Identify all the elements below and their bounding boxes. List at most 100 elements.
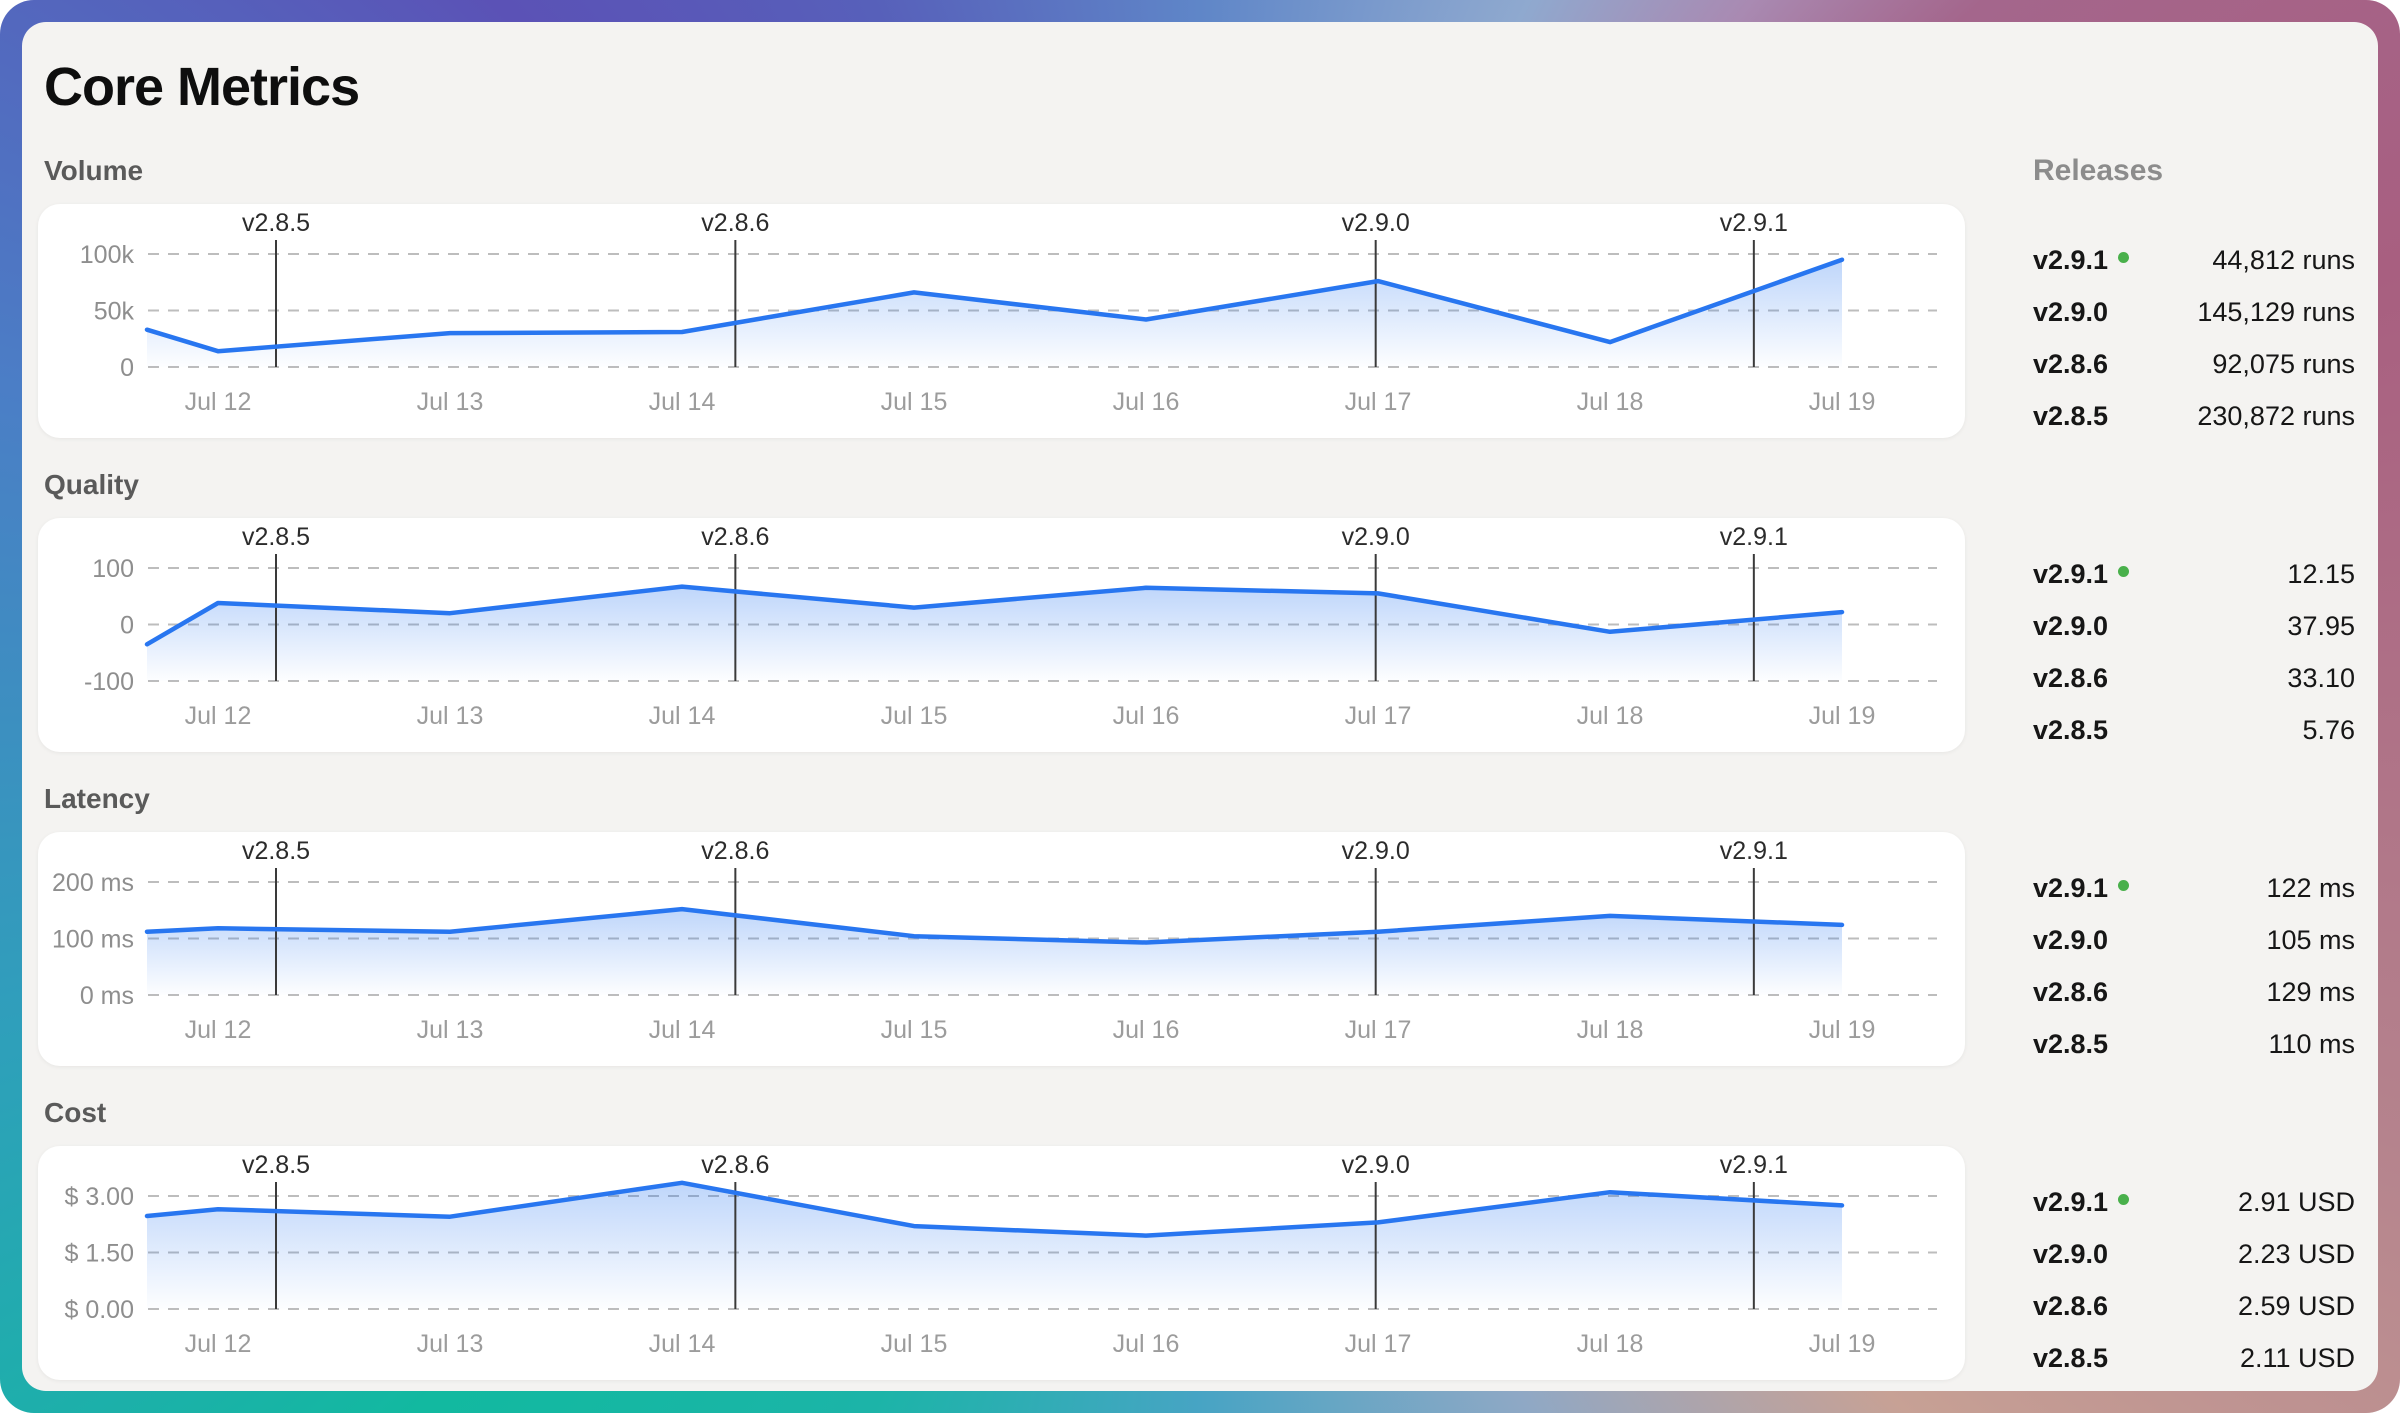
releases-column-quality: v2.9.1 12.15 v2.9.0 37.95 v2.8.6 33.10 v… xyxy=(2033,442,2355,756)
svg-text:Jul 16: Jul 16 xyxy=(1113,1330,1180,1358)
svg-text:Jul 19: Jul 19 xyxy=(1809,1330,1876,1358)
svg-text:Jul 15: Jul 15 xyxy=(881,388,948,416)
release-row: v2.9.0 2.23 USD xyxy=(2033,1228,2355,1280)
svg-text:100k: 100k xyxy=(80,241,135,269)
svg-text:$ 0.00: $ 0.00 xyxy=(64,1296,134,1324)
release-row: v2.8.6 2.59 USD xyxy=(2033,1280,2355,1332)
svg-text:Jul 15: Jul 15 xyxy=(881,702,948,730)
releases-header: Releases xyxy=(2033,154,2355,188)
latency-release-list: v2.9.1 122 ms v2.9.0 105 ms v2.8.6 129 m… xyxy=(2033,832,2355,1070)
release-row: v2.8.6 92,075 runs xyxy=(2033,338,2355,390)
svg-text:v2.9.1: v2.9.1 xyxy=(1720,209,1788,237)
svg-text:100 ms: 100 ms xyxy=(52,926,134,954)
cost-release-list: v2.9.1 2.91 USD v2.9.0 2.23 USD v2.8.6 2… xyxy=(2033,1146,2355,1384)
metric-title-volume: Volume xyxy=(44,154,1965,188)
svg-text:Jul 12: Jul 12 xyxy=(185,702,252,730)
release-value: 2.23 USD xyxy=(2238,1239,2355,1270)
svg-text:$ 3.00: $ 3.00 xyxy=(64,1183,134,1211)
svg-text:0 ms: 0 ms xyxy=(80,982,134,1010)
svg-text:Jul 13: Jul 13 xyxy=(417,1330,484,1358)
current-release-dot xyxy=(2118,566,2129,577)
svg-text:Jul 14: Jul 14 xyxy=(649,1330,716,1358)
cost-chart[interactable]: $ 3.00 $ 1.50 $ 0.00 v2.8.5 v2.8.6 v2.9.0 v2.9… xyxy=(38,1146,1965,1380)
release-version: v2.9.1 xyxy=(2033,245,2108,276)
release-value: 230,872 runs xyxy=(2197,401,2355,432)
svg-text:0: 0 xyxy=(120,612,134,640)
release-row: v2.8.6 33.10 xyxy=(2033,652,2355,704)
metric-section-latency: Latency 200 ms100 ms0 msv2.8.5v2.8.6v2.9… xyxy=(38,756,1965,1070)
svg-text:Jul 16: Jul 16 xyxy=(1113,1016,1180,1044)
latency-chart-panel: 200 ms100 ms0 msv2.8.5v2.8.6v2.9.0v2.9.1… xyxy=(38,832,1965,1066)
metric-section-quality: Quality 1000-100v2.8.5v2.8.6v2.9.0v2.9.1… xyxy=(38,442,1965,756)
svg-text:200 ms: 200 ms xyxy=(52,869,134,897)
volume-release-list: v2.9.1 44,812 runs v2.9.0 145,129 runs v… xyxy=(2033,204,2355,442)
svg-text:v2.8.6: v2.8.6 xyxy=(701,1151,769,1179)
svg-text:v2.8.5: v2.8.5 xyxy=(242,837,310,865)
quality-release-list: v2.9.1 12.15 v2.9.0 37.95 v2.8.6 33.10 v… xyxy=(2033,518,2355,756)
metric-title-cost: Cost xyxy=(44,1096,1965,1130)
volume-chart[interactable]: 100k50k0v2.8.5v2.8.6v2.9.0v2.9.1Jul 12Ju… xyxy=(38,204,1965,438)
svg-text:Jul 18: Jul 18 xyxy=(1577,702,1644,730)
release-version: v2.8.5 xyxy=(2033,401,2108,432)
release-version: v2.9.1 xyxy=(2033,873,2108,904)
svg-text:v2.9.0: v2.9.0 xyxy=(1342,1151,1410,1179)
release-value: 2.59 USD xyxy=(2238,1291,2355,1322)
release-version: v2.8.5 xyxy=(2033,715,2108,746)
svg-text:v2.8.5: v2.8.5 xyxy=(242,1151,310,1179)
release-version: v2.9.0 xyxy=(2033,925,2108,956)
svg-text:v2.8.6: v2.8.6 xyxy=(701,837,769,865)
svg-text:50k: 50k xyxy=(94,298,135,326)
release-version: v2.9.0 xyxy=(2033,297,2108,328)
svg-text:v2.9.1: v2.9.1 xyxy=(1720,523,1788,551)
release-value: 122 ms xyxy=(2266,873,2355,904)
volume-chart-panel: 100k50k0v2.8.5v2.8.6v2.9.0v2.9.1Jul 12Ju… xyxy=(38,204,1965,438)
dashboard-page: Core Metrics Volume 100k50k0v2.8.5v2.8.6… xyxy=(22,22,2378,1391)
release-value: 110 ms xyxy=(2268,1029,2355,1060)
release-row: v2.8.6 129 ms xyxy=(2033,966,2355,1018)
svg-text:Jul 17: Jul 17 xyxy=(1345,388,1412,416)
svg-text:v2.9.1: v2.9.1 xyxy=(1720,1151,1788,1179)
release-row: v2.8.5 230,872 runs xyxy=(2033,390,2355,442)
current-release-dot xyxy=(2118,252,2129,263)
svg-text:Jul 15: Jul 15 xyxy=(881,1016,948,1044)
svg-text:Jul 18: Jul 18 xyxy=(1577,388,1644,416)
release-row: v2.8.5 110 ms xyxy=(2033,1018,2355,1070)
release-value: 2.91 USD xyxy=(2238,1187,2355,1218)
svg-text:Jul 19: Jul 19 xyxy=(1809,702,1876,730)
svg-text:Jul 16: Jul 16 xyxy=(1113,388,1180,416)
svg-text:Jul 17: Jul 17 xyxy=(1345,702,1412,730)
release-row: v2.8.5 5.76 xyxy=(2033,704,2355,756)
quality-chart[interactable]: 1000-100v2.8.5v2.8.6v2.9.0v2.9.1Jul 12Ju… xyxy=(38,518,1965,752)
svg-text:v2.9.0: v2.9.0 xyxy=(1342,209,1410,237)
svg-text:Jul 14: Jul 14 xyxy=(649,1016,716,1044)
release-value: 5.76 xyxy=(2302,715,2355,746)
svg-text:$ 1.50: $ 1.50 xyxy=(64,1240,134,1268)
release-value: 105 ms xyxy=(2266,925,2355,956)
release-row: v2.9.1 122 ms xyxy=(2033,862,2355,914)
latency-chart[interactable]: 200 ms100 ms0 msv2.8.5v2.8.6v2.9.0v2.9.1… xyxy=(38,832,1965,1066)
svg-text:v2.8.5: v2.8.5 xyxy=(242,523,310,551)
release-row: v2.9.1 44,812 runs xyxy=(2033,234,2355,286)
metric-section-volume: Volume 100k50k0v2.8.5v2.8.6v2.9.0v2.9.1J… xyxy=(38,128,1965,442)
svg-text:v2.8.6: v2.8.6 xyxy=(701,209,769,237)
releases-column-volume: Releases v2.9.1 44,812 runs v2.9.0 145,1… xyxy=(2033,128,2355,442)
metric-title-latency: Latency xyxy=(44,782,1965,816)
metric-section-cost: Cost $ 3.00 $ 1.50 $ 0.00 v2.8.5 v2.8.6 v2.9.… xyxy=(38,1070,1965,1384)
releases-column-latency: v2.9.1 122 ms v2.9.0 105 ms v2.8.6 129 m… xyxy=(2033,756,2355,1070)
svg-text:Jul 13: Jul 13 xyxy=(417,702,484,730)
release-version: v2.8.6 xyxy=(2033,1291,2108,1322)
svg-text:Jul 19: Jul 19 xyxy=(1809,1016,1876,1044)
svg-text:v2.9.0: v2.9.0 xyxy=(1342,523,1410,551)
release-version: v2.8.6 xyxy=(2033,663,2108,694)
release-value: 44,812 runs xyxy=(2212,245,2355,276)
release-version: v2.9.0 xyxy=(2033,611,2108,642)
release-value: 2.11 USD xyxy=(2240,1343,2355,1374)
svg-text:-100: -100 xyxy=(84,668,134,696)
release-row: v2.9.1 12.15 xyxy=(2033,548,2355,600)
release-value: 129 ms xyxy=(2266,977,2355,1008)
cost-chart-panel: $ 3.00 $ 1.50 $ 0.00 v2.8.5 v2.8.6 v2.9.0 v2.9… xyxy=(38,1146,1965,1380)
svg-text:v2.8.6: v2.8.6 xyxy=(701,523,769,551)
release-row: v2.9.1 2.91 USD xyxy=(2033,1176,2355,1228)
release-version: v2.8.6 xyxy=(2033,349,2108,380)
release-value: 12.15 xyxy=(2287,559,2355,590)
